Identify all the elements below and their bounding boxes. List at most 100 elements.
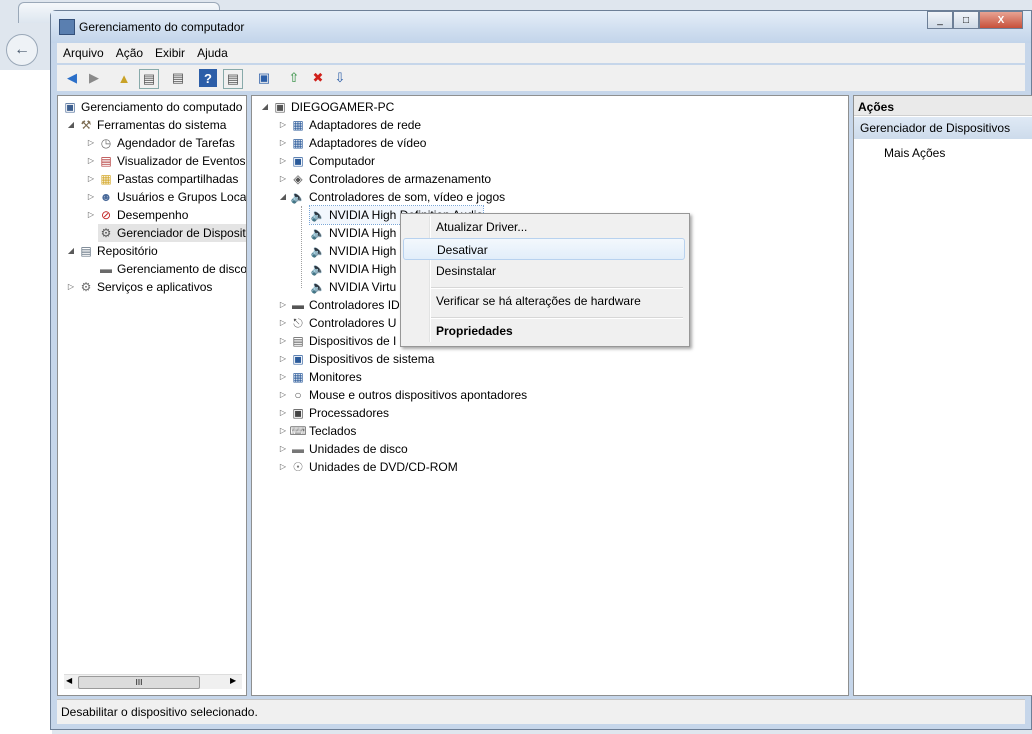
expand-icon[interactable]: ▷ [86, 170, 96, 188]
tree-root[interactable]: ▣ Gerenciamento do computado [62, 98, 242, 116]
expand-icon[interactable]: ▷ [86, 206, 96, 224]
back-icon[interactable]: ◀ [63, 69, 81, 87]
tree-event-viewer[interactable]: ▷ ▤ Visualizador de Eventos [86, 152, 246, 170]
expand-icon[interactable]: ▷ [278, 422, 288, 440]
tree-performance[interactable]: ▷ ⊘ Desempenho [86, 206, 188, 224]
properties-icon[interactable]: ▤ [169, 69, 187, 87]
forward-icon[interactable]: ▶ [85, 69, 103, 87]
scroll-grip: III [135, 678, 143, 687]
status-bar: Desabilitar o dispositivo selecionado. [57, 699, 1025, 724]
category-sound-video-game[interactable]: ◢ 🔈 Controladores de som, vídeo e jogos [278, 188, 505, 206]
category-disk-drives[interactable]: ▷ ▬ Unidades de disco [278, 440, 408, 458]
up-folder-icon[interactable]: ▲ [115, 69, 133, 87]
category-dvd-drives[interactable]: ▷ ☉ Unidades de DVD/CD-ROM [278, 458, 458, 476]
horizontal-scrollbar[interactable]: ◀ III ▶ [64, 674, 242, 689]
mouse-icon: ○ [294, 388, 302, 402]
audio-device-4[interactable]: 🔈 NVIDIA High [310, 260, 397, 278]
uninstall-icon[interactable]: ✖ [309, 69, 327, 87]
audio-device-2[interactable]: 🔈 NVIDIA High [310, 224, 397, 242]
expand-icon[interactable]: ▷ [278, 332, 288, 350]
menu-scan-hardware[interactable]: Verificar se há alterações de hardware [403, 290, 685, 312]
context-menu: Atualizar Driver... Desativar Desinstala… [400, 213, 690, 347]
expand-icon[interactable]: ▷ [278, 440, 288, 458]
clock-icon: ◷ [100, 136, 112, 150]
scroll-right-icon[interactable]: ▶ [230, 676, 236, 685]
update-driver-icon[interactable]: ⇧ [285, 69, 303, 87]
expand-icon[interactable]: ▷ [278, 368, 288, 386]
help-icon[interactable]: ? [199, 69, 217, 87]
expand-icon[interactable]: ▷ [86, 134, 96, 152]
category-storage-controllers[interactable]: ▷ ◈ Controladores de armazenamento [278, 170, 491, 188]
expand-icon[interactable]: ▷ [278, 170, 288, 188]
scroll-thumb[interactable]: III [78, 676, 200, 689]
disable-device-icon[interactable]: ⇩ [331, 69, 349, 87]
system-device-icon: ▣ [292, 352, 304, 366]
show-tree-icon[interactable]: ▤ [139, 69, 159, 89]
tree-task-scheduler[interactable]: ▷ ◷ Agendador de Tarefas [86, 134, 235, 152]
category-usb-controllers[interactable]: ▷ ⎋ Controladores U [278, 314, 396, 332]
collapse-icon[interactable]: ◢ [260, 98, 270, 116]
storage-icon: ▤ [80, 244, 92, 258]
expand-icon[interactable]: ▷ [86, 152, 96, 170]
tree-storage[interactable]: ◢ ▤ Repositório [66, 242, 158, 260]
close-icon: X [997, 14, 1005, 26]
tree-device-manager[interactable]: ⚙ Gerenciador de Disposit [98, 224, 246, 242]
collapse-icon[interactable]: ◢ [278, 188, 288, 206]
scroll-left-icon[interactable]: ◀ [66, 676, 72, 685]
expand-icon[interactable]: ▷ [278, 296, 288, 314]
close-button[interactable]: X [979, 11, 1023, 29]
toolbar: ◀ ▶ ▲ ▤ ▤ ? ▤ ▣ ⇧ ✖ ⇩ [57, 65, 1025, 91]
tree-users-groups[interactable]: ▷ ☻ Usuários e Grupos Loca [86, 188, 246, 206]
expand-icon[interactable]: ▷ [278, 134, 288, 152]
expand-icon[interactable]: ▷ [278, 386, 288, 404]
more-actions-link[interactable]: Mais Ações [884, 146, 945, 160]
category-processors[interactable]: ▷ ▣ Processadores [278, 404, 389, 422]
expand-icon[interactable]: ▷ [278, 116, 288, 134]
expand-icon[interactable]: ▷ [278, 458, 288, 476]
expand-icon[interactable]: ▷ [278, 404, 288, 422]
video-adapter-icon: ▦ [292, 136, 304, 150]
collapse-icon[interactable]: ◢ [66, 116, 76, 134]
collapse-icon[interactable]: ◢ [66, 242, 76, 260]
expand-icon[interactable]: ▷ [66, 278, 76, 296]
audio-device-5[interactable]: 🔈 NVIDIA Virtu [310, 278, 397, 296]
maximize-button[interactable]: □ [953, 11, 979, 29]
menu-uninstall[interactable]: Desinstalar [403, 260, 685, 282]
menu-update-driver[interactable]: Atualizar Driver... [403, 216, 685, 238]
audio-device-3[interactable]: 🔈 NVIDIA High [310, 242, 397, 260]
category-computer[interactable]: ▷ ▣ Computador [278, 152, 375, 170]
menu-disable[interactable]: Desativar [403, 238, 685, 260]
menu-acao[interactable]: Ação [110, 43, 149, 63]
tree-shared-folders[interactable]: ▷ ▦ Pastas compartilhadas [86, 170, 238, 188]
actions-header: Ações [854, 96, 1032, 116]
category-system-devices[interactable]: ▷ ▣ Dispositivos de sistema [278, 350, 434, 368]
category-ide-controllers[interactable]: ▷ ▬ Controladores ID [278, 296, 400, 314]
expand-icon[interactable]: ▷ [86, 188, 96, 206]
category-hid-devices[interactable]: ▷ ▤ Dispositivos de I [278, 332, 396, 350]
processor-icon: ▣ [292, 406, 304, 420]
tree-services[interactable]: ▷ ⚙ Serviços e aplicativos [66, 278, 212, 296]
device-tree-computer[interactable]: ◢ ▣ DIEGOGAMER-PC [260, 98, 394, 116]
category-mice[interactable]: ▷ ○ Mouse e outros dispositivos apontado… [278, 386, 527, 404]
menu-ajuda[interactable]: Ajuda [191, 43, 234, 63]
tree-system-tools[interactable]: ◢ ⚒ Ferramentas do sistema [66, 116, 226, 134]
expand-icon[interactable]: ▷ [278, 314, 288, 332]
actions-section-device-manager[interactable]: Gerenciador de Dispositivos [854, 117, 1032, 139]
tree-disk-management[interactable]: ▬ Gerenciamento de disco [98, 260, 246, 278]
title-bar[interactable]: Gerenciamento do computador _ □ X [51, 11, 1031, 43]
minimize-button[interactable]: _ [927, 11, 953, 29]
browser-back-button[interactable]: ← [6, 34, 38, 66]
menu-properties[interactable]: Propriedades [403, 320, 685, 342]
category-monitors[interactable]: ▷ ▦ Monitores [278, 368, 362, 386]
category-keyboards[interactable]: ▷ ⌨ Teclados [278, 422, 356, 440]
menu-separator [431, 317, 683, 319]
expand-icon[interactable]: ▷ [278, 350, 288, 368]
menu-exibir[interactable]: Exibir [149, 43, 191, 63]
menu-arquivo[interactable]: Arquivo [57, 43, 110, 63]
usb-icon: ⎋ [293, 316, 303, 330]
scan-hardware-icon[interactable]: ▣ [255, 69, 273, 87]
category-video-adapters[interactable]: ▷ ▦ Adaptadores de vídeo [278, 134, 427, 152]
show-action-pane-icon[interactable]: ▤ [223, 69, 243, 89]
category-network-adapters[interactable]: ▷ ▦ Adaptadores de rede [278, 116, 421, 134]
expand-icon[interactable]: ▷ [278, 152, 288, 170]
